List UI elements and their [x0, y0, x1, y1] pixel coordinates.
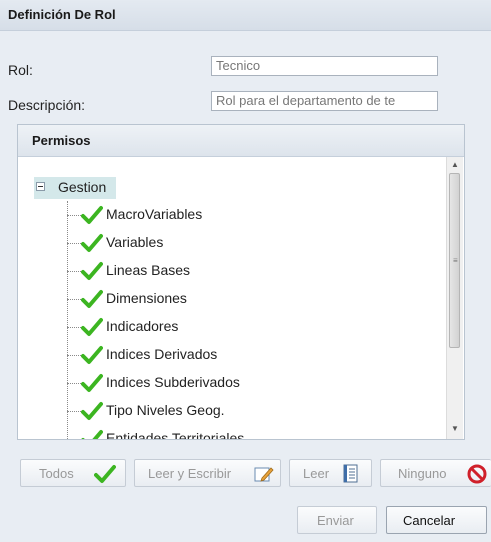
- grip-icon: ≡: [453, 256, 458, 265]
- tree-item-label: Dimensiones: [106, 290, 187, 306]
- tree-item-label: Entidades Territoriales: [106, 430, 245, 439]
- dialog-titlebar: Definición De Rol: [0, 0, 491, 31]
- tree-item-label: MacroVariables: [106, 206, 203, 222]
- leer-escribir-label: Leer y Escribir: [148, 466, 232, 481]
- check-icon: [81, 374, 103, 392]
- edit-document-icon: [254, 467, 274, 482]
- tree-item[interactable]: Indices Subderivados: [67, 371, 437, 395]
- check-icon: [81, 206, 103, 224]
- check-icon: [81, 234, 103, 252]
- tree-scrollbar[interactable]: ▲ ≡ ▼: [446, 157, 463, 439]
- tree-connector-line: [67, 215, 81, 216]
- cancelar-button[interactable]: Cancelar: [386, 506, 487, 534]
- tree-connector-line: [67, 327, 81, 328]
- tree-connector-line: [67, 299, 81, 300]
- descripcion-label: Descripción:: [8, 97, 86, 113]
- tree-item-label: Indices Derivados: [106, 346, 218, 362]
- tree-root-label: Gestion: [58, 179, 107, 195]
- ninguno-button[interactable]: Ninguno: [380, 459, 491, 487]
- check-icon: [81, 290, 103, 308]
- check-icon: [81, 346, 103, 364]
- tree-item[interactable]: Variables: [67, 231, 437, 255]
- tree-item[interactable]: Tipo Niveles Geog.: [67, 399, 437, 423]
- rol-label: Rol:: [8, 62, 33, 78]
- no-entry-icon: [467, 464, 487, 484]
- scroll-up-arrow-icon[interactable]: ▲: [447, 157, 463, 173]
- enviar-button[interactable]: Enviar: [297, 506, 377, 534]
- collapse-toggle-icon[interactable]: [36, 182, 45, 191]
- tree-item[interactable]: MacroVariables: [67, 203, 437, 227]
- tree-item[interactable]: Indicadores: [67, 315, 437, 339]
- tree-item-label: Variables: [106, 234, 164, 250]
- check-icon: [81, 262, 103, 280]
- read-document-icon: [343, 464, 358, 483]
- tree-connector-line: [67, 411, 81, 412]
- tree-root-gestion[interactable]: Gestion: [34, 177, 116, 199]
- tree-connector-line: [67, 271, 81, 272]
- tree-connector-line: [67, 383, 81, 384]
- leer-label: Leer: [303, 466, 330, 481]
- scroll-thumb[interactable]: ≡: [449, 173, 460, 348]
- tree-item-label: Indicadores: [106, 318, 179, 334]
- tree-item[interactable]: Dimensiones: [67, 287, 437, 311]
- permisos-title: Permisos: [32, 133, 91, 148]
- ninguno-label: Ninguno: [398, 466, 447, 481]
- tree-connector-line: [67, 355, 81, 356]
- cancelar-label: Cancelar: [403, 513, 456, 528]
- check-icon: [94, 465, 116, 483]
- tree-item[interactable]: Indices Derivados: [67, 343, 437, 367]
- permissions-tree: Gestion MacroVariables Variables Lineas Ba…: [18, 157, 446, 439]
- tree-item[interactable]: Lineas Bases: [67, 259, 437, 283]
- permisos-panel: Permisos Gestion MacroVariables Variables…: [17, 124, 465, 440]
- tree-connector-line: [67, 243, 81, 244]
- todos-button[interactable]: Todos: [20, 459, 126, 487]
- check-icon: [81, 402, 103, 420]
- todos-label: Todos: [39, 466, 74, 481]
- enviar-label: Enviar: [317, 513, 354, 528]
- tree-item-label: Indices Subderivados: [106, 374, 240, 390]
- permisos-header: Permisos: [18, 125, 464, 157]
- tree-item-label: Lineas Bases: [106, 262, 191, 278]
- check-icon: [81, 430, 103, 439]
- leer-escribir-button[interactable]: Leer y Escribir: [134, 459, 281, 487]
- tree-item-label: Tipo Niveles Geog.: [106, 402, 225, 418]
- dialog-title: Definición De Rol: [8, 7, 116, 22]
- leer-button[interactable]: Leer: [289, 459, 372, 487]
- rol-input[interactable]: Tecnico: [211, 56, 438, 76]
- descripcion-input[interactable]: Rol para el departamento de te: [211, 91, 438, 111]
- check-icon: [81, 318, 103, 336]
- tree-item[interactable]: Entidades Territoriales: [67, 427, 437, 439]
- scroll-down-arrow-icon[interactable]: ▼: [447, 421, 463, 437]
